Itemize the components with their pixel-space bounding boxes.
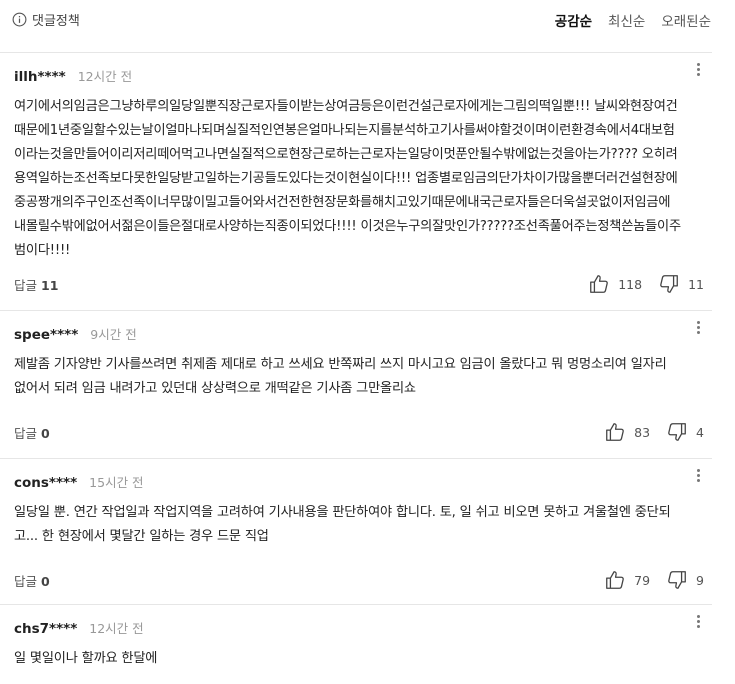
comment-author[interactable]: cons**** — [14, 475, 77, 491]
reply-label: 답글 — [14, 277, 38, 293]
thumbs-down-icon — [660, 275, 678, 293]
sort-tabs: 공감순 최신순 오래된순 — [539, 10, 711, 30]
dislike-count: 11 — [688, 276, 704, 292]
like-button[interactable]: 79 — [604, 569, 650, 591]
comment-author[interactable]: spee**** — [14, 327, 78, 343]
comment-time: 12시간 전 — [77, 69, 133, 84]
comment-text: 제발좀 기자양반 기사를쓰려면 취제좀 제대로 하고 쓰세요 반쪽짜리 쓰지 마… — [14, 357, 667, 396]
dislike-button[interactable]: 11 — [658, 273, 704, 295]
comment-text: 일 몇일이나 할까요 한달에 — [14, 651, 158, 666]
sort-tab-latest[interactable]: 최신순 — [608, 10, 645, 30]
dislike-count: 9 — [696, 572, 704, 588]
info-icon — [12, 12, 27, 27]
reply-count: 0 — [41, 425, 50, 441]
comment-item: cons**** 15시간 전 일당일 뿐. 연간 작업일과 작업지역을 고려하… — [0, 458, 712, 604]
thumbs-down-icon — [668, 571, 686, 589]
thumbs-up-icon — [606, 571, 624, 589]
more-options-icon[interactable] — [692, 467, 704, 485]
comment-author[interactable]: chs7**** — [14, 621, 77, 637]
comment-text: 여기에서의임금은그냥하루의일당일뿐직장근로자들이받는상여금등은이런건설근로자에게… — [14, 99, 681, 258]
reply-label: 답글 — [14, 573, 38, 589]
comment-list: illh**** 12시간 전 여기에서의임금은그냥하루의일당일뿐직장근로자들이… — [0, 52, 712, 684]
reply-count: 11 — [41, 277, 59, 293]
comment-item: spee**** 9시간 전 제발좀 기자양반 기사를쓰려면 취제좀 제대로 하… — [0, 310, 712, 458]
comment-policy-label: 댓글정책 — [32, 14, 80, 29]
comment-time: 12시간 전 — [89, 621, 144, 636]
dislike-button[interactable]: 9 — [666, 569, 704, 591]
comment-text: 일당일 뿐. 연간 작업일과 작업지역을 고려하여 기사내용을 판단하여야 합니… — [14, 505, 671, 544]
reply-count: 0 — [41, 573, 50, 589]
comment-author[interactable]: illh**** — [14, 69, 66, 85]
comment-time: 15시간 전 — [89, 475, 144, 490]
like-count: 79 — [634, 572, 651, 588]
more-options-icon[interactable] — [692, 319, 704, 337]
reply-button[interactable]: 답글 0 — [14, 571, 50, 590]
comment-item: chs7**** 12시간 전 일 몇일이나 할까요 한달에 — [0, 604, 712, 684]
reply-button[interactable]: 답글 0 — [14, 423, 50, 442]
sort-tab-oldest[interactable]: 오래된순 — [661, 10, 711, 30]
like-count: 83 — [634, 424, 651, 440]
dislike-button[interactable]: 4 — [666, 421, 704, 443]
like-count: 118 — [618, 276, 643, 292]
sort-tab-popular[interactable]: 공감순 — [555, 10, 592, 30]
thumbs-up-icon — [606, 423, 624, 441]
dislike-count: 4 — [696, 424, 704, 440]
reply-label: 답글 — [14, 425, 38, 441]
comment-time: 9시간 전 — [90, 327, 137, 342]
more-options-icon[interactable] — [692, 61, 704, 79]
reply-button[interactable]: 답글 11 — [14, 275, 58, 294]
thumbs-down-icon — [668, 423, 686, 441]
top-bar: 댓글정책 공감순 최신순 오래된순 — [0, 0, 735, 40]
like-button[interactable]: 118 — [588, 273, 642, 295]
comment-policy-link[interactable]: 댓글정책 — [12, 10, 80, 29]
like-button[interactable]: 83 — [604, 421, 650, 443]
more-options-icon[interactable] — [692, 613, 704, 631]
thumbs-up-icon — [590, 275, 609, 293]
comment-item: illh**** 12시간 전 여기에서의임금은그냥하루의일당일뿐직장근로자들이… — [0, 52, 712, 310]
